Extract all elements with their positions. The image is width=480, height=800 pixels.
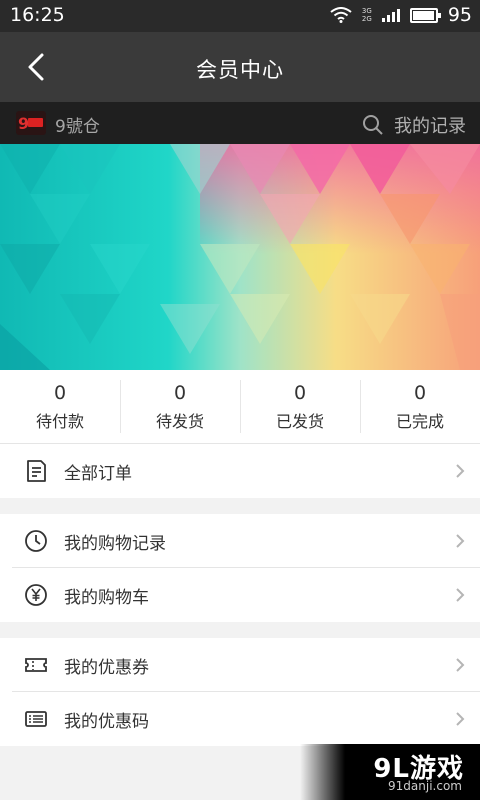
stat-pending-payment[interactable]: 0 待付款 xyxy=(0,370,120,443)
stat-pending-shipment[interactable]: 0 待发货 xyxy=(120,370,240,443)
order-list-icon xyxy=(27,460,46,482)
coupon-icon xyxy=(25,658,47,672)
search-icon xyxy=(363,115,383,135)
stat-count: 0 xyxy=(413,382,427,404)
promo-codes-row[interactable]: 我的优惠码 xyxy=(0,692,480,746)
menu-group-orders: 全部订单 xyxy=(0,444,480,498)
signal-bars xyxy=(381,8,400,22)
watermark-site: 91danji.com xyxy=(388,779,462,793)
chevron-right-icon xyxy=(456,464,465,478)
wifi-icon xyxy=(330,7,352,23)
stat-count: 0 xyxy=(53,382,67,404)
menu-group-coupons: 我的优惠券 我的优惠码 xyxy=(0,638,480,746)
my-records-label: 我的记录 xyxy=(394,116,466,137)
chevron-right-icon xyxy=(456,534,465,548)
chevron-right-icon xyxy=(456,658,465,672)
stat-label: 待付款 xyxy=(35,412,84,431)
stat-completed[interactable]: 0 已完成 xyxy=(360,370,480,443)
yen-coin-icon xyxy=(25,584,47,606)
battery-icon xyxy=(409,7,441,23)
order-status-bar: 0 待付款 0 待发货 0 已发货 0 已完成 xyxy=(0,370,480,444)
stat-shipped[interactable]: 0 已发货 xyxy=(240,370,360,443)
stat-label: 待发货 xyxy=(155,412,204,431)
battery-percent: 95 xyxy=(447,4,472,26)
watermark: 9L游戏 91danji.com xyxy=(300,744,480,800)
purchase-history-row[interactable]: 我的购物记录 xyxy=(0,514,480,568)
chevron-right-icon xyxy=(456,588,465,602)
promo-codes-label: 我的优惠码 xyxy=(64,711,149,732)
nav-bar: 会员中心 xyxy=(0,32,480,102)
purchase-history-label: 我的购物记录 xyxy=(64,533,166,554)
stat-label: 已发货 xyxy=(275,412,324,431)
stat-label: 已完成 xyxy=(395,412,444,431)
stat-count: 0 xyxy=(293,382,307,404)
my-records-button[interactable]: 我的记录 xyxy=(362,112,466,138)
shopping-cart-row[interactable]: 我的购物车 xyxy=(0,568,480,622)
shopping-cart-label: 我的购物车 xyxy=(64,587,149,608)
status-bar: 16:25 3G 2G 95 xyxy=(0,0,480,32)
all-orders-label: 全部订单 xyxy=(64,463,132,484)
clock-icon xyxy=(25,530,47,552)
brand-name: 9號仓 xyxy=(55,117,100,137)
signal-icon: 3G 2G xyxy=(362,7,372,23)
brand-logo-icon: 9 xyxy=(16,111,46,135)
status-time: 16:25 xyxy=(10,4,65,26)
svg-text:9: 9 xyxy=(18,114,29,133)
network-2g-label: 2G xyxy=(361,15,372,23)
chevron-right-icon xyxy=(456,712,465,726)
page-title: 会员中心 xyxy=(196,58,284,82)
coupons-label: 我的优惠券 xyxy=(64,657,149,678)
coupons-row[interactable]: 我的优惠券 xyxy=(0,638,480,692)
network-3g-label: 3G xyxy=(361,7,372,15)
menu-group-shopping: 我的购物记录 我的购物车 xyxy=(0,514,480,622)
promo-code-icon xyxy=(25,711,47,727)
banner-image xyxy=(0,144,480,370)
all-orders-row[interactable]: 全部订单 xyxy=(0,444,480,498)
sub-bar: 9 9號仓 我的记录 xyxy=(0,102,480,144)
stat-count: 0 xyxy=(173,382,187,404)
